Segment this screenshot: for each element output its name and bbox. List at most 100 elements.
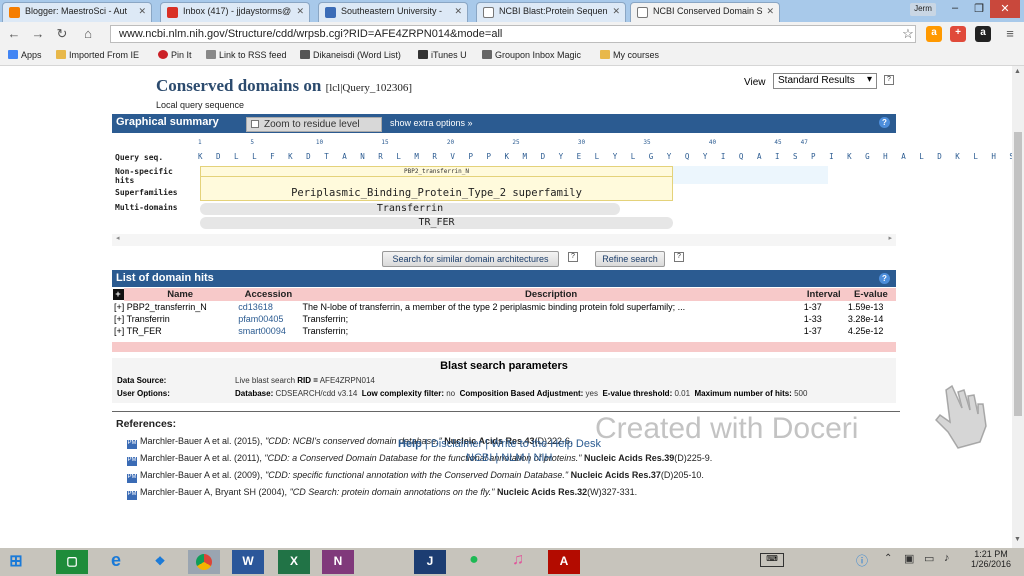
hit-name[interactable]: [+] TR_FER	[112, 325, 236, 337]
close-icon[interactable]: ✕	[138, 6, 146, 17]
bookmark-star-icon[interactable]: ☆	[900, 26, 916, 42]
ruler-tick: 47	[800, 139, 808, 146]
bookmark-pinit[interactable]: Pin It	[158, 50, 192, 60]
horizontal-scrollbar[interactable]: ◂ ▸	[112, 234, 896, 246]
amazon-icon[interactable]: a	[926, 26, 942, 42]
bookmark-itunes[interactable]: iTunes U	[418, 50, 467, 60]
multidomain-tr-fer[interactable]: TR_FER	[200, 217, 673, 229]
tab-inbox[interactable]: Inbox (417) - jjdaystorms@ ✕	[160, 2, 310, 22]
zoom-to-residue-button[interactable]: Zoom to residue level	[246, 117, 382, 132]
ruler-tick: 5	[250, 139, 255, 146]
col-accession: Accession	[236, 288, 301, 301]
nonspecific-label: Non-specific	[115, 167, 173, 176]
help-link[interactable]: Help	[398, 438, 422, 450]
reference-item[interactable]: PM Marchler-Bauer A et al. (2011), "CDD: …	[127, 453, 712, 466]
view-select[interactable]: Standard Results ▾	[773, 73, 877, 89]
windows-start-icon[interactable]: ⊞	[0, 550, 32, 574]
show-extra-options-link[interactable]: show extra options »	[390, 118, 473, 128]
bookmark-apps[interactable]: Apps	[8, 50, 42, 60]
help-desk-link[interactable]: Write to the Help Desk	[491, 438, 601, 450]
spotify-icon[interactable]: ●	[458, 550, 490, 574]
excel-icon[interactable]: X	[278, 550, 310, 574]
chrome-icon[interactable]	[188, 550, 220, 574]
close-icon[interactable]: ✕	[612, 6, 620, 17]
tab-conserved-domain[interactable]: NCBI Conserved Domain S ✕	[630, 2, 780, 22]
divider	[200, 176, 673, 177]
store-icon[interactable]: ▢	[56, 550, 88, 574]
tab-southeastern[interactable]: Southeastern University - ✕	[318, 2, 468, 22]
blast-params-title: Blast search parameters	[440, 360, 568, 372]
expand-all-icon[interactable]: +	[112, 288, 125, 301]
moodle-icon	[600, 50, 610, 59]
keyboard-icon[interactable]: ⌨	[760, 553, 784, 567]
sequence-ruler: 1 5 10 15 20 25 30 35 40 45 47	[198, 139, 818, 151]
menu-icon[interactable]: ≡	[1002, 26, 1018, 42]
word-icon[interactable]: W	[232, 550, 264, 574]
clock[interactable]: 1:21 PM 1/26/2016	[962, 549, 1020, 569]
page-icon	[418, 50, 428, 59]
blogger-icon	[9, 7, 20, 18]
vertical-scrollbar[interactable]: ▲ ▼	[1012, 66, 1024, 548]
tab-blogger[interactable]: Blogger: MaestroSci - Aut ✕	[2, 2, 152, 22]
home-icon[interactable]: ⌂	[80, 26, 96, 42]
close-icon[interactable]: ✕	[296, 6, 304, 17]
multidomain-transferrin[interactable]: Transferrin	[200, 203, 620, 215]
help-icon[interactable]: ?	[674, 252, 684, 262]
refine-search-button[interactable]: Refine search	[595, 251, 665, 267]
bookmark-my-courses[interactable]: My courses	[600, 50, 659, 60]
extension-plus-icon[interactable]: +	[950, 26, 966, 42]
amazon-assistant-icon[interactable]: a	[975, 26, 991, 42]
col-name: Name	[124, 288, 237, 301]
forward-icon[interactable]: →	[30, 26, 46, 42]
ruler-tick: 20	[446, 139, 455, 146]
ie-icon[interactable]: e	[100, 550, 132, 574]
bookmark-dikaneisdi[interactable]: Dikaneisdi (Word List)	[300, 50, 401, 60]
help-icon[interactable]: ?	[884, 75, 894, 85]
back-icon[interactable]: ←	[6, 26, 22, 42]
user-options-label: User Options:	[117, 389, 170, 398]
close-window-icon[interactable]: ✕	[990, 0, 1020, 18]
hit-name[interactable]: [+] PBP2_transferrin_N	[112, 301, 236, 313]
hit-interval: 1-33	[803, 314, 822, 324]
domain-hits-bar: List of domain hits?	[112, 270, 896, 287]
hit-accession-link[interactable]: cd13618	[236, 301, 300, 313]
chevron-up-icon[interactable]: ⌃	[884, 553, 892, 564]
nih-link[interactable]: NIH	[533, 452, 552, 464]
close-icon[interactable]: ✕	[766, 6, 774, 17]
bookmark-groupon[interactable]: Groupon Inbox Magic	[482, 50, 581, 60]
info-tray-icon[interactable]: ⓘ	[856, 552, 868, 569]
ruler-tick: 10	[315, 139, 324, 146]
disclaimer-link[interactable]: Disclaimer	[431, 438, 482, 450]
j-app-icon[interactable]: J	[414, 550, 446, 574]
nlm-link[interactable]: NLM	[501, 452, 524, 464]
bookmark-imported[interactable]: Imported From IE	[56, 50, 139, 60]
address-bar[interactable]: www.ncbi.nlm.nih.gov/Structure/cdd/wrpsb…	[110, 25, 916, 43]
close-icon[interactable]: ✕	[454, 6, 462, 17]
onenote-icon[interactable]: N	[322, 550, 354, 574]
pubmed-icon: PM	[127, 440, 137, 449]
dropbox-icon[interactable]: ❖	[144, 550, 176, 574]
bookmark-rss[interactable]: Link to RSS feed	[206, 50, 287, 60]
itunes-icon[interactable]: ♫	[502, 550, 534, 574]
hit-accession-link[interactable]: pfam00405	[236, 313, 300, 325]
nonspecific-hit-label[interactable]: PBP2_transferrin_N	[200, 168, 673, 175]
user-profile[interactable]: Jerm	[910, 3, 936, 16]
hit-accession-link[interactable]: smart00094	[236, 325, 300, 337]
battery-icon[interactable]: ▭	[924, 552, 934, 565]
chevron-down-icon: ▼	[1014, 536, 1021, 543]
table-row: [+] Transferrin pfam00405 Transferrin; 1…	[112, 313, 896, 325]
acrobat-icon[interactable]: A	[548, 550, 580, 574]
hit-name[interactable]: [+] Transferrin	[112, 313, 236, 325]
tray-app-icon[interactable]: ▣	[904, 552, 914, 565]
reload-icon[interactable]: ↻	[54, 26, 70, 42]
volume-icon[interactable]: ♪	[944, 552, 950, 564]
tab-blast[interactable]: NCBI Blast:Protein Sequen ✕	[476, 2, 626, 22]
superfamily-hit[interactable]: Periplasmic_Binding_Protein_Type_2 super…	[200, 187, 673, 199]
search-similar-button[interactable]: Search for similar domain architectures	[382, 251, 559, 267]
ncbi-link[interactable]: NCBI	[466, 452, 492, 464]
col-interval: Interval	[801, 288, 846, 301]
references-title: References:	[116, 418, 177, 430]
reference-item[interactable]: PM Marchler-Bauer A et al. (2009), "CDD: …	[127, 470, 704, 483]
help-icon[interactable]: ?	[568, 252, 578, 262]
reference-item[interactable]: PM Marchler-Bauer A, Bryant SH (2004), "C…	[127, 487, 637, 500]
